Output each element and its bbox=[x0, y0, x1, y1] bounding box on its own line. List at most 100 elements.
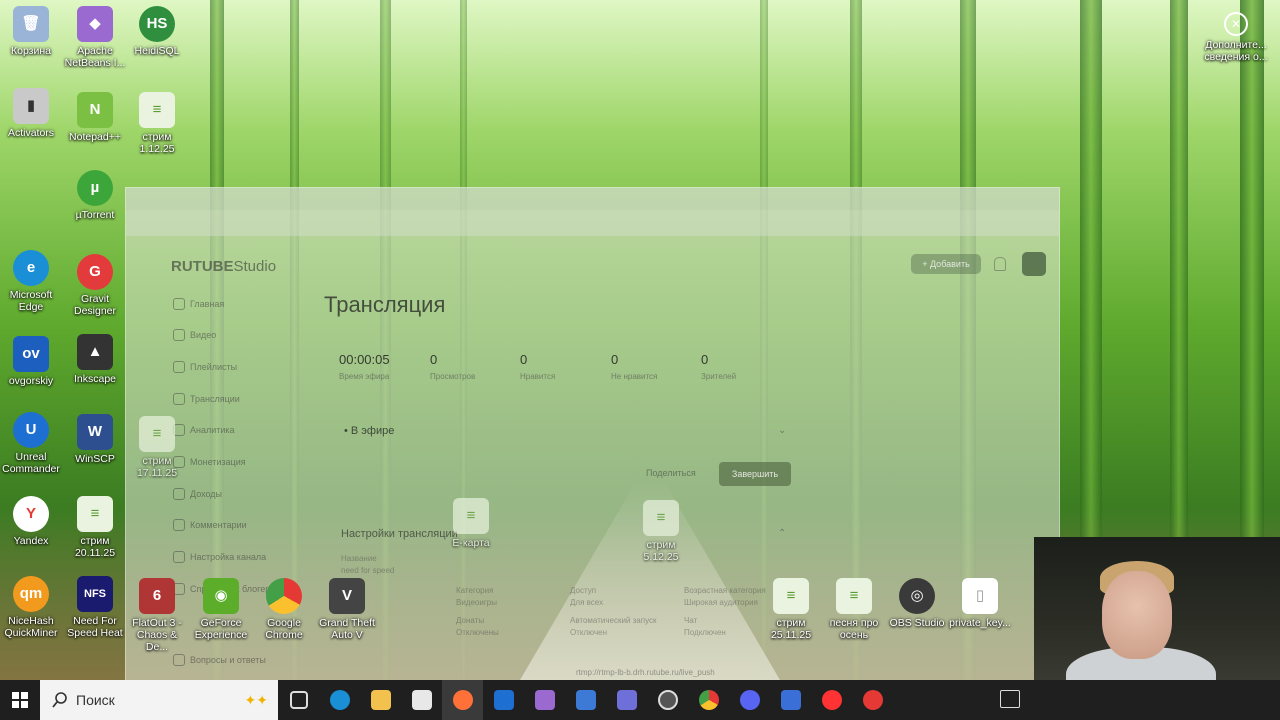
taskbar-firefox[interactable] bbox=[442, 680, 483, 720]
desktop-icon-label: OBS Studio bbox=[889, 617, 945, 629]
desktop-icon-winscp[interactable]: W WinSCP bbox=[64, 414, 126, 465]
stat-dislikes-label: Не нравится bbox=[611, 372, 658, 381]
sidebar-item-home[interactable]: Главная bbox=[190, 299, 224, 309]
desktop-icon-gravit[interactable]: G Gravit Designer bbox=[64, 254, 126, 317]
taskbar-vpn[interactable] bbox=[770, 680, 811, 720]
stat-likes-label: Нравится bbox=[520, 372, 556, 381]
stat-viewers-value: 0 bbox=[701, 352, 709, 367]
sidebar-item-faq[interactable]: Вопросы и ответы bbox=[190, 655, 266, 665]
chrome-icon bbox=[266, 578, 302, 614]
desktop-icon-stream-20-11[interactable]: ≡ стрим 20.11.25 bbox=[64, 496, 126, 559]
desktop-icon-label: Gravit Designer bbox=[73, 293, 117, 317]
geforce-icon: ◉ bbox=[203, 578, 239, 614]
sidebar-item-comments[interactable]: Комментарии bbox=[190, 520, 247, 530]
desktop-icon-geforce[interactable]: ◉ GeForce Experience bbox=[190, 578, 252, 641]
taskbar-chrome[interactable] bbox=[688, 680, 729, 720]
desktop-icon-edge[interactable]: e Microsoft Edge bbox=[0, 250, 62, 313]
add-button[interactable]: + Добавить bbox=[911, 254, 981, 274]
flatout-icon: 6 bbox=[139, 578, 175, 614]
taskbar-visual-studio[interactable] bbox=[565, 680, 606, 720]
gravit-icon: G bbox=[77, 254, 113, 290]
desktop-icon-recycle-bin[interactable]: 🗑 Корзина bbox=[0, 6, 62, 57]
settings-icon bbox=[173, 551, 185, 563]
document-icon: ≡ bbox=[77, 496, 113, 532]
desktop-icon-label: Activators bbox=[7, 127, 55, 139]
obs-icon: ◎ bbox=[899, 578, 935, 614]
taskbar-unreal-commander[interactable] bbox=[483, 680, 524, 720]
desktop-icon-netbeans[interactable]: ◆ Apache NetBeans I... bbox=[64, 6, 126, 69]
notification-icon[interactable] bbox=[1000, 690, 1020, 708]
desktop-icon-utorrent[interactable]: µ µTorrent bbox=[64, 170, 126, 221]
avatar[interactable] bbox=[1022, 252, 1046, 276]
playlist-icon bbox=[173, 361, 185, 373]
taskbar-explorer[interactable] bbox=[360, 680, 401, 720]
desktop-icon-obs[interactable]: ◎ OBS Studio bbox=[886, 578, 948, 629]
sidebar-item-monetization[interactable]: Монетизация bbox=[190, 457, 246, 467]
field-label-autostart: Автоматический запуск bbox=[570, 616, 657, 625]
share-button[interactable]: Поделиться bbox=[646, 468, 696, 478]
desktop-icon-label: GeForce Experience bbox=[194, 617, 248, 641]
sidebar-item-playlists[interactable]: Плейлисты bbox=[190, 362, 237, 372]
yandex-icon: Y bbox=[13, 496, 49, 532]
desktop-icon-stream-17-11[interactable]: ≡ стрим 17.11.25 bbox=[126, 416, 188, 479]
desktop-icon-yandex[interactable]: Y Yandex bbox=[0, 496, 62, 547]
field-label-chat: Чат bbox=[684, 616, 698, 625]
taskbar-obs[interactable] bbox=[647, 680, 688, 720]
desktop-icon-nfs-heat[interactable]: NFS Need For Speed Heat bbox=[64, 576, 126, 639]
stat-viewers-label: Зрителей bbox=[701, 372, 737, 381]
taskbar-search[interactable]: Поиск ✦✦ bbox=[40, 680, 278, 720]
taskbar-edge[interactable] bbox=[319, 680, 360, 720]
field-label-donations: Донаты bbox=[456, 616, 485, 625]
desktop-icon-stream-25-11[interactable]: ≡ стрим 25.11.25 bbox=[760, 578, 822, 641]
desktop-icon-nicehash[interactable]: qm NiceHash QuickMiner bbox=[0, 576, 62, 639]
webcam-overlay bbox=[1034, 537, 1280, 683]
desktop-icon-ovgorskiy[interactable]: ov ovgorskiy bbox=[0, 336, 62, 387]
rutube-studio-logo[interactable]: RUTUBEStudio bbox=[171, 258, 276, 275]
desktop-icon-unreal-commander[interactable]: U Unreal Commander bbox=[0, 412, 62, 475]
sidebar-item-broadcasts[interactable]: Трансляции bbox=[190, 394, 240, 404]
desktop-icon-additional-info[interactable]: ✕ Дополните... сведения о... bbox=[1200, 12, 1272, 63]
taskbar-yandex-browser[interactable] bbox=[852, 680, 893, 720]
taskbar-store[interactable] bbox=[401, 680, 442, 720]
code-icon bbox=[575, 690, 596, 710]
page-title: Трансляция bbox=[324, 292, 446, 317]
folder-icon: ▮ bbox=[13, 88, 49, 124]
stream-url-field[interactable]: rtmp://rtmp-lb-b.drh.rutube.ru/live_push bbox=[576, 668, 715, 677]
desktop-icon-label: Google Chrome bbox=[265, 617, 303, 641]
desktop-icon-heidisql[interactable]: HS HeidiSQL bbox=[126, 6, 188, 57]
taskbar-netbeans[interactable] bbox=[524, 680, 565, 720]
desktop-icon-chrome[interactable]: Google Chrome bbox=[253, 578, 315, 641]
desktop-icon-label: µTorrent bbox=[75, 209, 115, 221]
sidebar-item-channel-settings[interactable]: Настройка канала bbox=[190, 552, 266, 562]
finish-button[interactable]: Завершить bbox=[719, 462, 791, 486]
desktop-icon-label: стрим 17.11.25 bbox=[136, 455, 178, 479]
desktop-icon-activators[interactable]: ▮ Activators bbox=[0, 88, 62, 139]
gta-icon: V bbox=[329, 578, 365, 614]
desktop-icon-notepadpp[interactable]: N Notepad++ bbox=[64, 92, 126, 143]
desktop-icon-gta5[interactable]: V Grand Theft Auto V bbox=[316, 578, 378, 641]
document-icon: ≡ bbox=[836, 578, 872, 614]
desktop-icon-private-key[interactable]: ▯ private_key... bbox=[949, 578, 1011, 629]
start-button[interactable] bbox=[0, 680, 40, 720]
desktop-icon-flatout3[interactable]: 6 FlatOut 3 - Chaos & De... bbox=[126, 578, 188, 653]
taskbar-task-view[interactable] bbox=[278, 680, 319, 720]
browser-tab-strip[interactable] bbox=[126, 188, 1059, 210]
discord-icon bbox=[739, 690, 760, 710]
desktop-icon-autumn-song[interactable]: ≡ песня про осень bbox=[823, 578, 885, 641]
field-value-access: Для всех bbox=[570, 598, 604, 607]
bell-icon[interactable] bbox=[994, 257, 1006, 271]
desktop-icon-e-card[interactable]: ≡ Е-карта bbox=[440, 498, 502, 549]
desktop-icon-label: NiceHash QuickMiner bbox=[4, 615, 58, 639]
sidebar-item-income[interactable]: Доходы bbox=[190, 489, 222, 499]
taskbar-discord[interactable] bbox=[729, 680, 770, 720]
desktop-icon-stream-5-12[interactable]: ≡ стрим 5.12.25 bbox=[630, 500, 692, 563]
chevron-down-icon[interactable]: ⌄ bbox=[778, 425, 786, 436]
taskbar-network-tool[interactable] bbox=[606, 680, 647, 720]
sidebar-item-analytics[interactable]: Аналитика bbox=[190, 425, 235, 435]
desktop-icon-inkscape[interactable]: ▲ Inkscape bbox=[64, 334, 126, 385]
sidebar-item-video[interactable]: Видео bbox=[190, 330, 216, 340]
chevron-up-icon[interactable]: ⌃ bbox=[778, 528, 786, 539]
taskbar-yandex[interactable] bbox=[811, 680, 852, 720]
desktop-icon-stream-1-12[interactable]: ≡ стрим 1.12.25 bbox=[126, 92, 188, 155]
browser-address-bar[interactable] bbox=[126, 210, 1059, 236]
